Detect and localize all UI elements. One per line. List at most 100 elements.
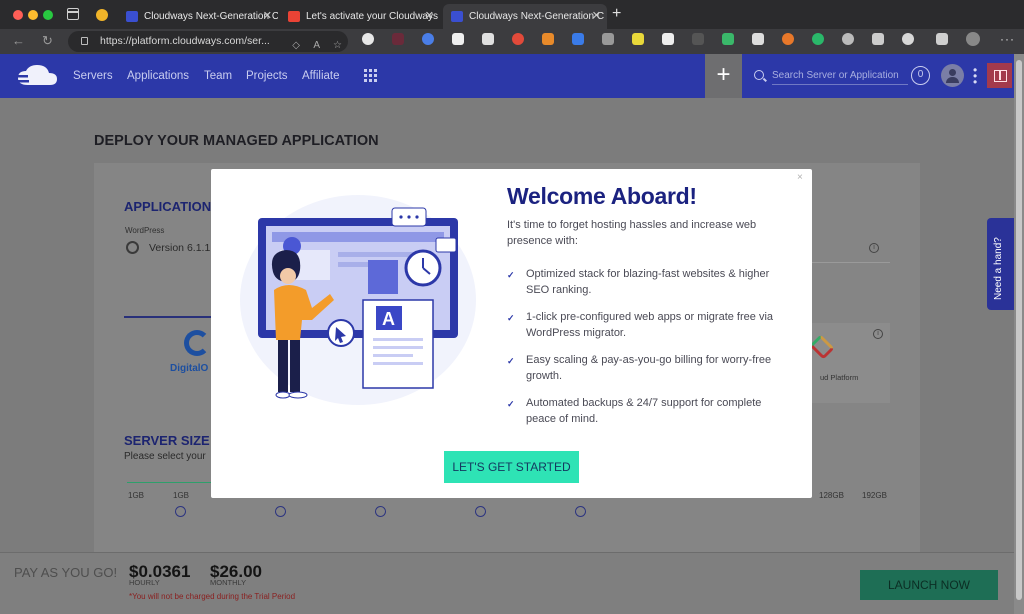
provider-gcp-label: ud Platform (820, 373, 859, 382)
extension-icon[interactable] (632, 33, 644, 45)
shield-extension-icon[interactable] (722, 33, 734, 45)
password-manager-extension-icon[interactable] (362, 33, 374, 45)
nav-team[interactable]: Team (204, 70, 232, 82)
modal-intro: It's time to forget hosting hassles and … (507, 219, 757, 247)
illustration-letter: A (382, 309, 395, 329)
extension-icon[interactable] (872, 33, 884, 45)
extensions-puzzle-icon[interactable] (902, 33, 914, 45)
translate-extension-icon[interactable] (572, 33, 584, 45)
check-icon: ✓ (507, 270, 515, 280)
size-label: 1GB (128, 491, 145, 500)
monthly-label: MONTHLY (210, 578, 247, 587)
tab-actions-icon[interactable] (67, 8, 79, 20)
extension-icon[interactable] (392, 33, 404, 45)
pinned-tab-icon[interactable] (96, 9, 108, 21)
extension-icon[interactable] (782, 33, 794, 45)
app-label: WordPress (125, 226, 165, 235)
browser-menu-icon[interactable]: ··· (1000, 32, 1015, 46)
profile-avatar[interactable] (966, 32, 980, 46)
extension-icon[interactable] (692, 33, 704, 45)
nav-applications[interactable]: Applications (127, 70, 189, 82)
add-new-button[interactable]: + (705, 54, 742, 98)
fox-extension-icon[interactable] (542, 33, 554, 45)
size-option-icon[interactable] (575, 506, 586, 517)
extension-icon[interactable] (752, 33, 764, 45)
modal-close-icon[interactable]: × (797, 172, 803, 183)
notion-extension-icon[interactable] (452, 33, 464, 45)
grammarly-extension-icon[interactable] (812, 33, 824, 45)
page-scrollbar[interactable] (1014, 54, 1024, 614)
extension-icon[interactable] (482, 33, 494, 45)
feature-item: Optimized stack for blazing-fast website… (526, 268, 770, 296)
user-avatar-icon[interactable] (941, 64, 964, 87)
gift-icon[interactable] (987, 63, 1012, 88)
nav-servers[interactable]: Servers (73, 70, 113, 82)
feature-item: Easy scaling & pay-as-you-go billing for… (526, 354, 772, 382)
new-tab-button[interactable]: + (612, 5, 621, 23)
tab-close-icon[interactable]: ✕ (425, 4, 434, 29)
kebab-menu-icon[interactable]: • • • (973, 64, 977, 88)
get-started-button[interactable]: LET'S GET STARTED (444, 451, 579, 483)
apps-grid-icon[interactable] (364, 69, 377, 82)
extension-icon[interactable] (512, 33, 524, 45)
digitalocean-logo-icon[interactable] (184, 330, 210, 356)
info-icon[interactable]: i (869, 243, 879, 253)
size-label: 1GB (173, 491, 190, 500)
divider (812, 262, 890, 263)
need-a-hand-label[interactable]: Need a hand? (993, 237, 1004, 300)
cloudways-logo-icon[interactable] (14, 63, 60, 89)
browser-tab-bar: Cloudways Next-Generation C ✕ Let's acti… (0, 0, 1024, 29)
size-label: 192GB (862, 491, 887, 500)
lock-icon (81, 37, 88, 45)
url-field[interactable]: https://platform.cloudways.com/ser... ◇ … (68, 31, 348, 52)
gmail-favicon-icon (288, 11, 300, 22)
search-input[interactable] (772, 67, 908, 85)
application-heading: APPLICATION (124, 199, 212, 214)
nav-projects[interactable]: Projects (246, 70, 288, 82)
tag-icon[interactable]: ◇ (292, 35, 300, 56)
provider-digitalocean-label[interactable]: DigitalO (170, 363, 208, 374)
size-option-icon[interactable] (375, 506, 386, 517)
tab-title: Cloudways Next-Generation C (144, 11, 278, 22)
modal-title: Welcome Aboard! (507, 183, 697, 209)
size-option-icon[interactable] (175, 506, 186, 517)
tab-close-icon[interactable]: ✕ (592, 4, 601, 29)
extension-icon[interactable] (422, 33, 434, 45)
reload-icon[interactable]: ↻ (42, 33, 53, 49)
size-option-icon[interactable] (275, 506, 286, 517)
extension-icon[interactable] (602, 33, 614, 45)
hourly-label: HOURLY (129, 578, 160, 587)
tab-title: Let's activate your Cloudways (306, 11, 438, 22)
nav-affiliate[interactable]: Affiliate (302, 70, 340, 82)
launch-now-button[interactable]: LAUNCH NOW (860, 570, 998, 600)
app-header: Servers Applications Team Projects Affil… (0, 54, 1014, 98)
selected-provider-indicator (124, 316, 212, 318)
info-icon[interactable]: i (873, 329, 883, 339)
window-maximize-button[interactable] (43, 10, 53, 20)
extension-icon[interactable] (662, 33, 674, 45)
browser-tab-2[interactable]: Let's activate your Cloudways ✕ (280, 4, 440, 29)
app-version-select[interactable]: Version 6.1.1 (149, 242, 210, 254)
favorite-star-icon[interactable]: ☆ (333, 35, 342, 56)
server-size-hint: Please select your (124, 451, 206, 462)
server-size-slider[interactable] (127, 482, 217, 483)
size-option-icon[interactable] (475, 506, 486, 517)
search-icon (754, 70, 764, 80)
collections-icon[interactable] (936, 33, 948, 45)
check-icon: ✓ (507, 356, 515, 366)
back-arrow-icon[interactable]: ← (12, 33, 25, 48)
browser-tab-1[interactable]: Cloudways Next-Generation C ✕ (118, 4, 278, 29)
check-icon: ✓ (507, 399, 515, 409)
notification-count-badge[interactable]: 0 (911, 66, 930, 85)
tab-close-icon[interactable]: ✕ (263, 4, 272, 29)
read-aloud-icon[interactable]: A (313, 35, 320, 56)
extension-icon[interactable] (842, 33, 854, 45)
feature-item: Automated backups & 24/7 support for com… (526, 397, 762, 425)
browser-tab-3-active[interactable]: Cloudways Next-Generation C ✕ (443, 4, 607, 29)
server-size-heading: SERVER SIZE (124, 433, 210, 448)
page-title: DEPLOY YOUR MANAGED APPLICATION (94, 133, 379, 149)
window-close-button[interactable] (13, 10, 23, 20)
trial-note: *You will not be charged during the Tria… (129, 592, 296, 601)
size-label: 128GB (819, 491, 844, 500)
window-minimize-button[interactable] (28, 10, 38, 20)
